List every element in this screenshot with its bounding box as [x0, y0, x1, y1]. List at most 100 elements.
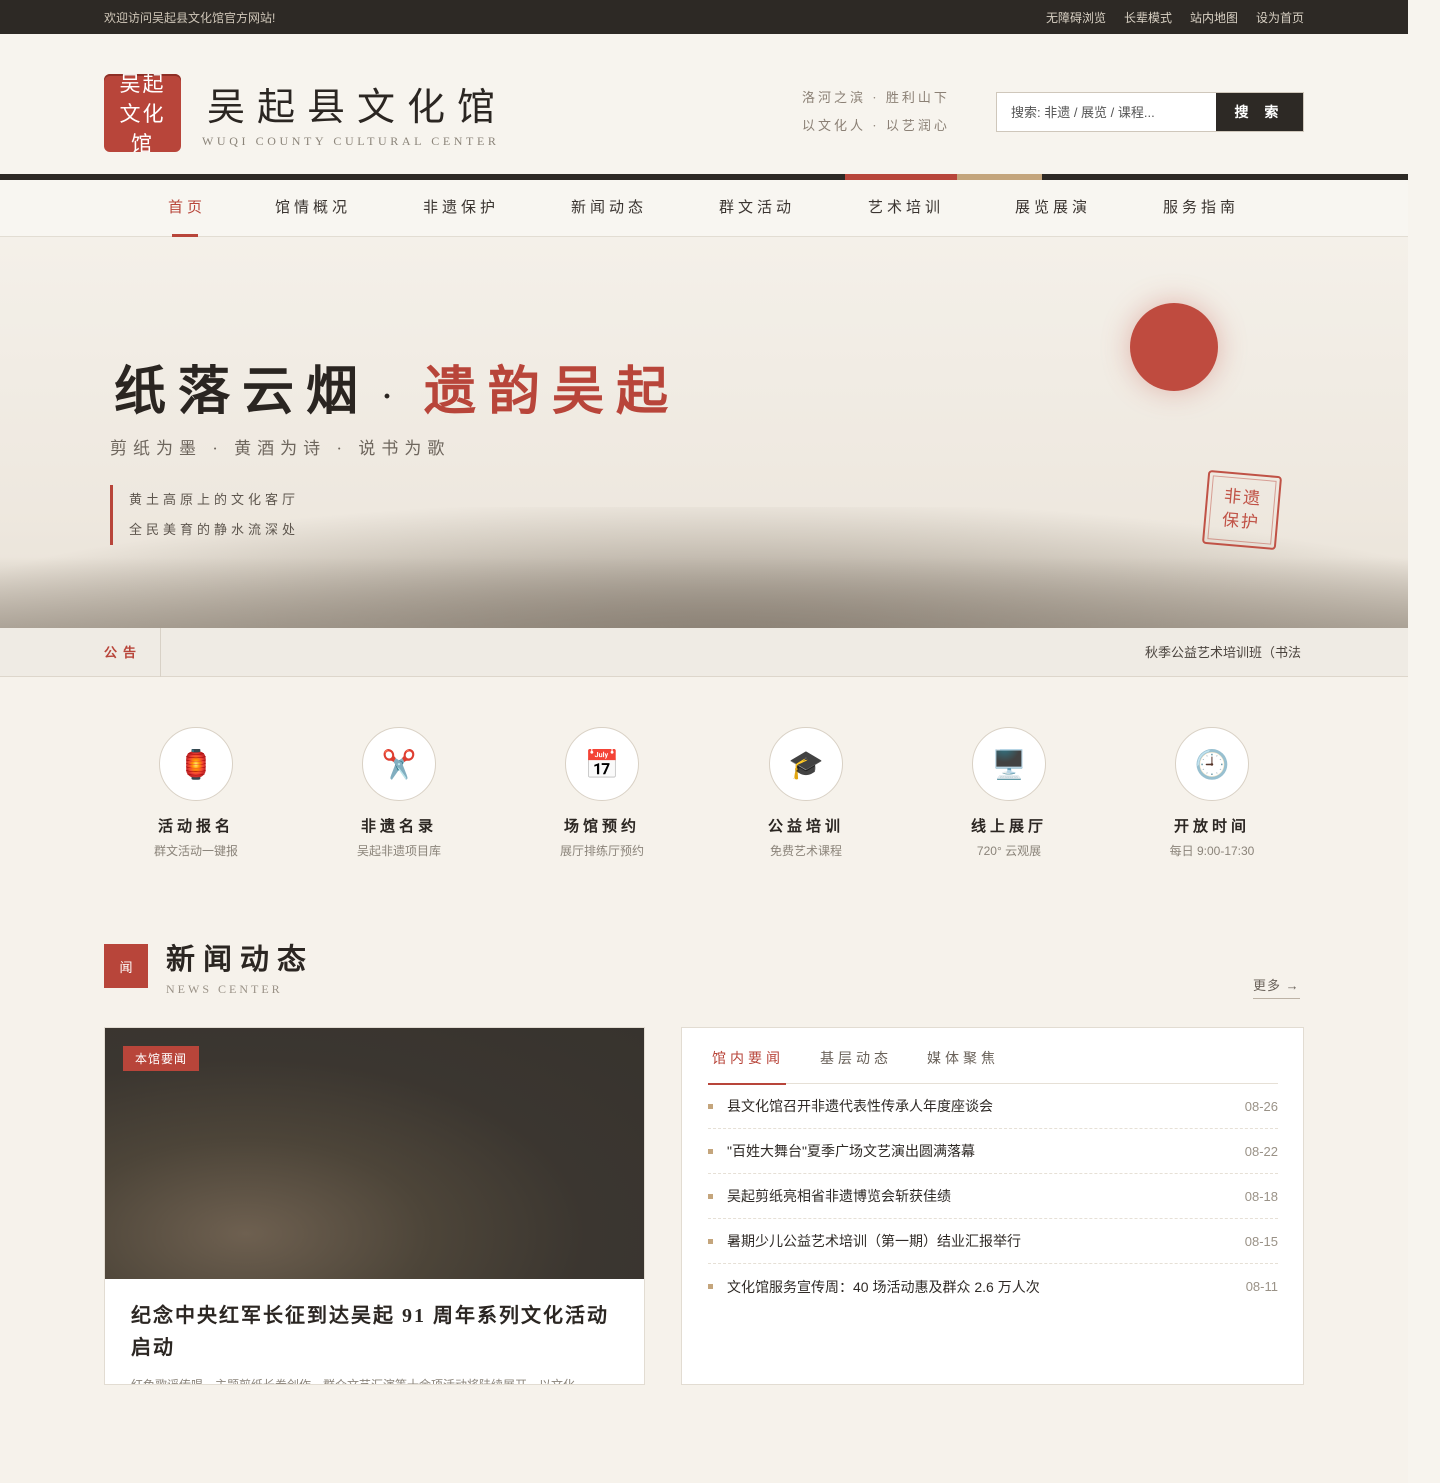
quick-link-training[interactable]: 🎓 公益培训 免费艺术课程 — [731, 727, 881, 859]
hero-title-main: 纸落云烟 — [114, 364, 371, 421]
bullet-icon — [708, 1284, 713, 1289]
quick-link-heritage-list[interactable]: ✂️ 非遗名录 吴起非遗项目库 — [324, 727, 474, 859]
news-title: 暑期少儿公益艺术培训（第一期）结业汇报举行 — [727, 1233, 1021, 1249]
quick-link-desc: 吴起非遗项目库 — [356, 844, 441, 858]
news-date: 08-26 — [1244, 1098, 1278, 1114]
hero-quote-line-1: 黄土高原上的文化客厅 — [129, 492, 300, 507]
page: 欢迎访问吴起县文化馆官方网站! 无障碍浏览 长辈模式 站内地图 设为首页 吴起 … — [0, 0, 1408, 1483]
quick-link-name: 开放时间 — [1173, 819, 1250, 835]
list-item[interactable]: 吴起剪纸亮相省非遗博览会斩获佳绩 08-18 — [708, 1174, 1278, 1219]
hero-title-dot: · — [382, 380, 405, 414]
news-title: "百姓大舞台"夏季广场文艺演出圆满落幕 — [727, 1143, 975, 1159]
search-input[interactable] — [997, 93, 1216, 131]
top-bar: 欢迎访问吴起县文化馆官方网站! 无障碍浏览 长辈模式 站内地图 设为首页 — [0, 0, 1408, 34]
news-list-card: 馆内要闻 基层动态 媒体聚焦 县文化馆召开非遗代表性传承人年度座谈会 08-26… — [681, 1027, 1304, 1385]
motto-line-1: 洛河之滨 · 胜利山下 — [802, 90, 950, 105]
notice-label: 公告 — [104, 628, 161, 677]
seal-line-1: 吴起 — [119, 74, 166, 96]
section-badge: 闻 — [104, 944, 148, 988]
search-button[interactable]: 搜 索 — [1216, 93, 1303, 131]
scissors-icon: ✂️ — [362, 727, 436, 801]
motto: 洛河之滨 · 胜利山下 以文化人 · 以艺润心 — [802, 84, 950, 140]
logo-seal[interactable]: 吴起 文化 馆 — [104, 74, 181, 152]
stamp-line-1: 非遗 — [1223, 486, 1263, 509]
hero-subtitle: 剪纸为墨 · 黄酒为诗 · 说书为歌 — [110, 439, 451, 458]
nav-item-home[interactable]: 首页 — [168, 180, 206, 237]
site-name-en: WUQI COUNTY CULTURAL CENTER — [202, 134, 500, 148]
top-links: 无障碍浏览 长辈模式 站内地图 设为首页 — [1046, 9, 1304, 26]
news-date: 08-15 — [1244, 1233, 1278, 1249]
feature-desc: 红色歌谣传唱、主题剪纸长卷创作、群众文艺汇演等十余项活动将陆续展开，以文化 — [131, 1378, 576, 1385]
hero-title: 纸落云烟 · 遗韵吴起 — [114, 349, 680, 424]
hero-banner: 纸落云烟 · 遗韵吴起 剪纸为墨 · 黄酒为诗 · 说书为歌 黄土高原上的文化客厅 … — [0, 237, 1408, 628]
feature-title[interactable]: 纪念中央红军长征到达吴起 91 周年系列文化活动启动 — [131, 1300, 621, 1364]
nav-item-overview[interactable]: 馆情概况 — [275, 180, 351, 237]
news-date: 08-11 — [1245, 1279, 1278, 1294]
heritage-stamp: 非遗 保护 — [1201, 469, 1283, 551]
calendar-icon: 📅 — [565, 727, 639, 801]
set-homepage-link[interactable]: 设为首页 — [1256, 9, 1304, 26]
quick-link-name: 场馆预约 — [563, 819, 640, 835]
list-item[interactable]: 县文化馆召开非遗代表性传承人年度座谈会 08-26 — [708, 1084, 1278, 1129]
section-title-en: NEWS CENTER — [166, 982, 283, 996]
tab-grassroots[interactable]: 基层动态 — [820, 1048, 892, 1084]
nav-item-service[interactable]: 服务指南 — [1163, 180, 1239, 237]
nav-item-heritage[interactable]: 非遗保护 — [423, 180, 499, 237]
quick-link-signup[interactable]: 🏮 活动报名 群文活动一键报 — [121, 727, 271, 859]
lantern-icon: 🏮 — [159, 727, 233, 801]
monitor-icon: 🖥️ — [972, 727, 1046, 801]
tab-media[interactable]: 媒体聚焦 — [927, 1048, 999, 1084]
list-item[interactable]: "百姓大舞台"夏季广场文艺演出圆满落幕 08-22 — [708, 1129, 1278, 1174]
site-name[interactable]: 吴起县文化馆 — [207, 76, 507, 131]
news-title: 文化馆服务宣传周：40 场活动惠及群众 2.6 万人次 — [727, 1278, 1040, 1295]
feature-tag: 本馆要闻 — [123, 1046, 200, 1071]
quick-link-desc: 群文活动一键报 — [153, 844, 238, 858]
clock-icon: 🕘 — [1175, 727, 1249, 801]
quick-link-name: 非遗名录 — [360, 819, 437, 835]
bullet-icon — [708, 1103, 713, 1109]
quick-link-desc: 每日 9:00-17:30 — [1169, 844, 1255, 858]
red-sun-decoration — [1130, 303, 1218, 391]
quick-link-name: 活动报名 — [157, 819, 234, 835]
seal-line-3: 馆 — [131, 132, 154, 152]
news-date: 08-18 — [1244, 1188, 1278, 1204]
section-title: 新闻动态 — [166, 944, 315, 976]
quick-links: 🏮 活动报名 群文活动一键报 ✂️ 非遗名录 吴起非遗项目库 📅 场馆预约 展厅… — [0, 727, 1408, 867]
quick-link-desc: 720° 云观展 — [976, 844, 1042, 858]
elder-mode-link[interactable]: 长辈模式 — [1124, 9, 1172, 26]
news-tabs: 馆内要闻 基层动态 媒体聚焦 — [708, 1048, 1278, 1085]
graduation-cap-icon: 🎓 — [769, 727, 843, 801]
quick-link-name: 公益培训 — [767, 819, 844, 835]
news-title: 吴起剪纸亮相省非遗博览会斩获佳绩 — [727, 1188, 951, 1204]
quick-link-desc: 展厅排练厅预约 — [559, 844, 644, 858]
more-link[interactable]: 更多 → — [1253, 975, 1300, 999]
accessibility-link[interactable]: 无障碍浏览 — [1046, 9, 1106, 26]
quick-link-online-hall[interactable]: 🖥️ 线上展厅 720° 云观展 — [934, 727, 1084, 859]
stamp-line-2: 保护 — [1221, 510, 1261, 533]
list-item[interactable]: 暑期少儿公益艺术培训（第一期）结业汇报举行 08-15 — [708, 1219, 1278, 1264]
nav-item-news[interactable]: 新闻动态 — [571, 180, 647, 237]
seal-line-2: 文化 — [119, 102, 166, 126]
notice-bar: 公告 秋季公益艺术培训班（书法 — [0, 628, 1408, 677]
main-nav: 首页 馆情概况 非遗保护 新闻动态 群文活动 艺术培训 展览展演 服务指南 — [0, 180, 1408, 237]
bullet-icon — [708, 1238, 713, 1244]
list-item[interactable]: 文化馆服务宣传周：40 场活动惠及群众 2.6 万人次 08-11 — [708, 1264, 1278, 1309]
nav-item-activities[interactable]: 群文活动 — [719, 180, 795, 237]
header: 吴起 文化 馆 吴起县文化馆 WUQI COUNTY CULTURAL CENT… — [0, 34, 1408, 174]
bullet-icon — [708, 1193, 713, 1199]
nav-item-exhibitions[interactable]: 展览展演 — [1015, 180, 1091, 237]
nav-item-training[interactable]: 艺术培训 — [868, 180, 944, 237]
news-date: 08-22 — [1244, 1143, 1278, 1159]
notice-text[interactable]: 秋季公益艺术培训班（书法 — [1145, 628, 1304, 677]
quick-link-desc: 免费艺术课程 — [769, 844, 842, 858]
quick-link-name: 线上展厅 — [970, 819, 1047, 835]
feature-news-card[interactable]: 本馆要闻 纪念中央红军长征到达吴起 91 周年系列文化活动启动 红色歌谣传唱、主… — [104, 1027, 645, 1385]
search-box: 搜 索 — [996, 92, 1304, 132]
hero-quote-line-2: 全民美育的静水流深处 — [129, 522, 300, 537]
sitemap-link[interactable]: 站内地图 — [1190, 9, 1238, 26]
quick-link-venue-booking[interactable]: 📅 场馆预约 展厅排练厅预约 — [527, 727, 677, 859]
hero-mountain-fog — [0, 557, 1408, 628]
quick-link-opening-hours[interactable]: 🕘 开放时间 每日 9:00-17:30 — [1137, 727, 1287, 859]
hero-title-accent: 遗韵吴起 — [424, 364, 681, 421]
tab-center-news[interactable]: 馆内要闻 — [708, 1048, 786, 1085]
